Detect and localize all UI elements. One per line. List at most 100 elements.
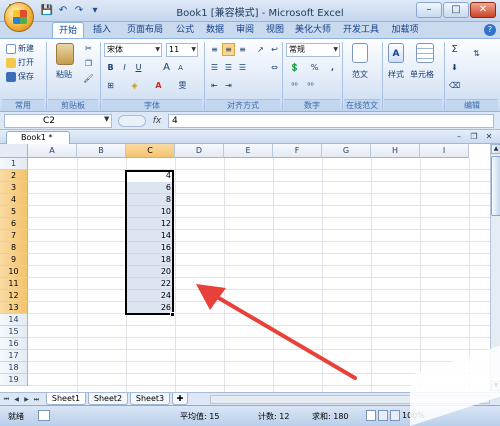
percent-button[interactable]: % [308, 61, 321, 74]
align-top-icon[interactable]: ≡ [208, 43, 221, 56]
row-header-9[interactable]: 9 [0, 254, 28, 266]
cut-icon[interactable]: ✂ [82, 42, 95, 55]
copy-icon[interactable]: ❐ [82, 57, 95, 70]
tab-meihua[interactable]: 美化大师 [292, 22, 334, 38]
fill-handle[interactable] [170, 312, 175, 317]
prev-sheet-icon[interactable]: ◀ [12, 394, 21, 405]
tab-view[interactable]: 视图 [262, 22, 288, 38]
sheet-tab-3[interactable]: Sheet3 [130, 393, 170, 405]
decrease-decimal-icon[interactable]: ⁰⁰ [304, 79, 317, 92]
row-header-5[interactable]: 5 [0, 206, 28, 218]
column-header-e[interactable]: E [224, 144, 273, 158]
tab-developer[interactable]: 开发工具 [340, 22, 382, 38]
row-header-11[interactable]: 11 [0, 278, 28, 290]
column-header-b[interactable]: B [77, 144, 126, 158]
cell-c7[interactable]: 14 [126, 230, 173, 242]
bold-button[interactable]: B [104, 61, 117, 74]
border-icon[interactable]: ⊞ [104, 79, 117, 92]
page-layout-view-icon[interactable] [378, 410, 388, 421]
cells-icon[interactable] [416, 43, 434, 63]
scroll-up-icon[interactable]: ▲ [491, 144, 500, 154]
fill-icon[interactable]: ⬇ [448, 61, 461, 74]
align-left-icon[interactable]: ☰ [208, 61, 221, 74]
cells-button[interactable]: 单元格 [410, 69, 434, 80]
tab-insert[interactable]: 插入 [88, 22, 116, 38]
close-workbook-icon[interactable]: ✕ [482, 131, 496, 143]
align-right-icon[interactable]: ☰ [236, 61, 249, 74]
grow-font-button[interactable]: A [160, 61, 173, 74]
row-header-6[interactable]: 6 [0, 218, 28, 230]
row-header-1[interactable]: 1 [0, 158, 28, 170]
row-header-3[interactable]: 3 [0, 182, 28, 194]
cell-c12[interactable]: 24 [126, 290, 173, 302]
name-box[interactable]: C2 [4, 114, 112, 128]
phonetic-icon[interactable]: 雯 [176, 79, 189, 92]
row-header-2[interactable]: 2 [0, 170, 28, 182]
fanwen-button[interactable]: 范文 [352, 69, 368, 80]
row-header-19[interactable]: 19 [0, 374, 28, 386]
font-name-select[interactable]: 宋体 ▼ [104, 43, 162, 57]
row-header-17[interactable]: 17 [0, 350, 28, 362]
insert-sheet-icon[interactable]: ✚ [172, 393, 188, 405]
row-header-7[interactable]: 7 [0, 230, 28, 242]
fanwen-icon[interactable] [352, 43, 368, 63]
tab-home[interactable]: 开始 [52, 22, 84, 39]
page-break-view-icon[interactable] [390, 410, 400, 421]
cell-c3[interactable]: 6 [126, 182, 173, 194]
row-header-14[interactable]: 14 [0, 314, 28, 326]
font-color-icon[interactable]: A [152, 79, 165, 92]
minimize-workbook-icon[interactable]: – [452, 131, 466, 143]
column-header-h[interactable]: H [371, 144, 420, 158]
formula-input[interactable]: 4 [168, 114, 494, 128]
cell-c9[interactable]: 18 [126, 254, 173, 266]
open-button[interactable]: 打开 [6, 57, 34, 68]
underline-button[interactable]: U [132, 61, 145, 74]
paste-button[interactable]: 粘贴 [56, 69, 72, 80]
row-header-8[interactable]: 8 [0, 242, 28, 254]
restore-workbook-icon[interactable]: ❐ [467, 131, 481, 143]
scroll-thumb[interactable] [491, 156, 500, 216]
normal-view-icon[interactable] [366, 410, 376, 421]
insert-function-button[interactable]: fx [150, 114, 164, 128]
select-all-corner[interactable] [0, 144, 28, 158]
close-button[interactable]: ✕ [470, 2, 496, 18]
align-bottom-icon[interactable]: ≡ [236, 43, 249, 56]
minimize-button[interactable]: – [416, 2, 442, 18]
cell-c13[interactable]: 26 [126, 302, 173, 314]
cell-c11[interactable]: 22 [126, 278, 173, 290]
cell-c5[interactable]: 10 [126, 206, 173, 218]
tab-addins[interactable]: 加载项 [386, 22, 424, 38]
sheet-tab-2[interactable]: Sheet2 [88, 393, 128, 405]
cell-c8[interactable]: 16 [126, 242, 173, 254]
cell-c6[interactable]: 12 [126, 218, 173, 230]
increase-decimal-icon[interactable]: ⁰⁰ [288, 79, 301, 92]
customize-icon[interactable]: ▾ [88, 4, 102, 18]
sheet-tab-1[interactable]: Sheet1 [46, 393, 86, 405]
number-format-select[interactable]: 常规 ▼ [286, 43, 340, 57]
row-header-10[interactable]: 10 [0, 266, 28, 278]
tab-data[interactable]: 数据 [202, 22, 228, 38]
font-size-select[interactable]: 11 ▼ [166, 43, 198, 57]
cell-c10[interactable]: 20 [126, 266, 173, 278]
clear-icon[interactable]: ⌫ [448, 79, 461, 92]
sort-filter-icon[interactable]: ⇅ [470, 47, 483, 60]
row-header-12[interactable]: 12 [0, 290, 28, 302]
wrap-text-icon[interactable]: ↩ [268, 43, 281, 56]
row-header-16[interactable]: 16 [0, 338, 28, 350]
decrease-indent-icon[interactable]: ⇤ [208, 79, 221, 92]
cell-c4[interactable]: 8 [126, 194, 173, 206]
first-sheet-icon[interactable]: ⏮ [2, 394, 11, 405]
maximize-button[interactable]: □ [443, 2, 469, 18]
styles-icon[interactable]: A [388, 43, 404, 63]
row-header-4[interactable]: 4 [0, 194, 28, 206]
cell-c2[interactable]: 4 [126, 170, 173, 182]
undo-icon[interactable]: ↶ [56, 4, 70, 18]
save-ribbon-button[interactable]: 保存 [6, 71, 34, 82]
tab-review[interactable]: 审阅 [232, 22, 258, 38]
fill-color-icon[interactable]: ◈ [128, 79, 141, 92]
help-icon[interactable]: ? [484, 24, 496, 36]
column-header-d[interactable]: D [175, 144, 224, 158]
increase-indent-icon[interactable]: ⇥ [222, 79, 235, 92]
tab-formulas[interactable]: 公式 [172, 22, 198, 38]
new-button[interactable]: 新建 [6, 43, 34, 54]
